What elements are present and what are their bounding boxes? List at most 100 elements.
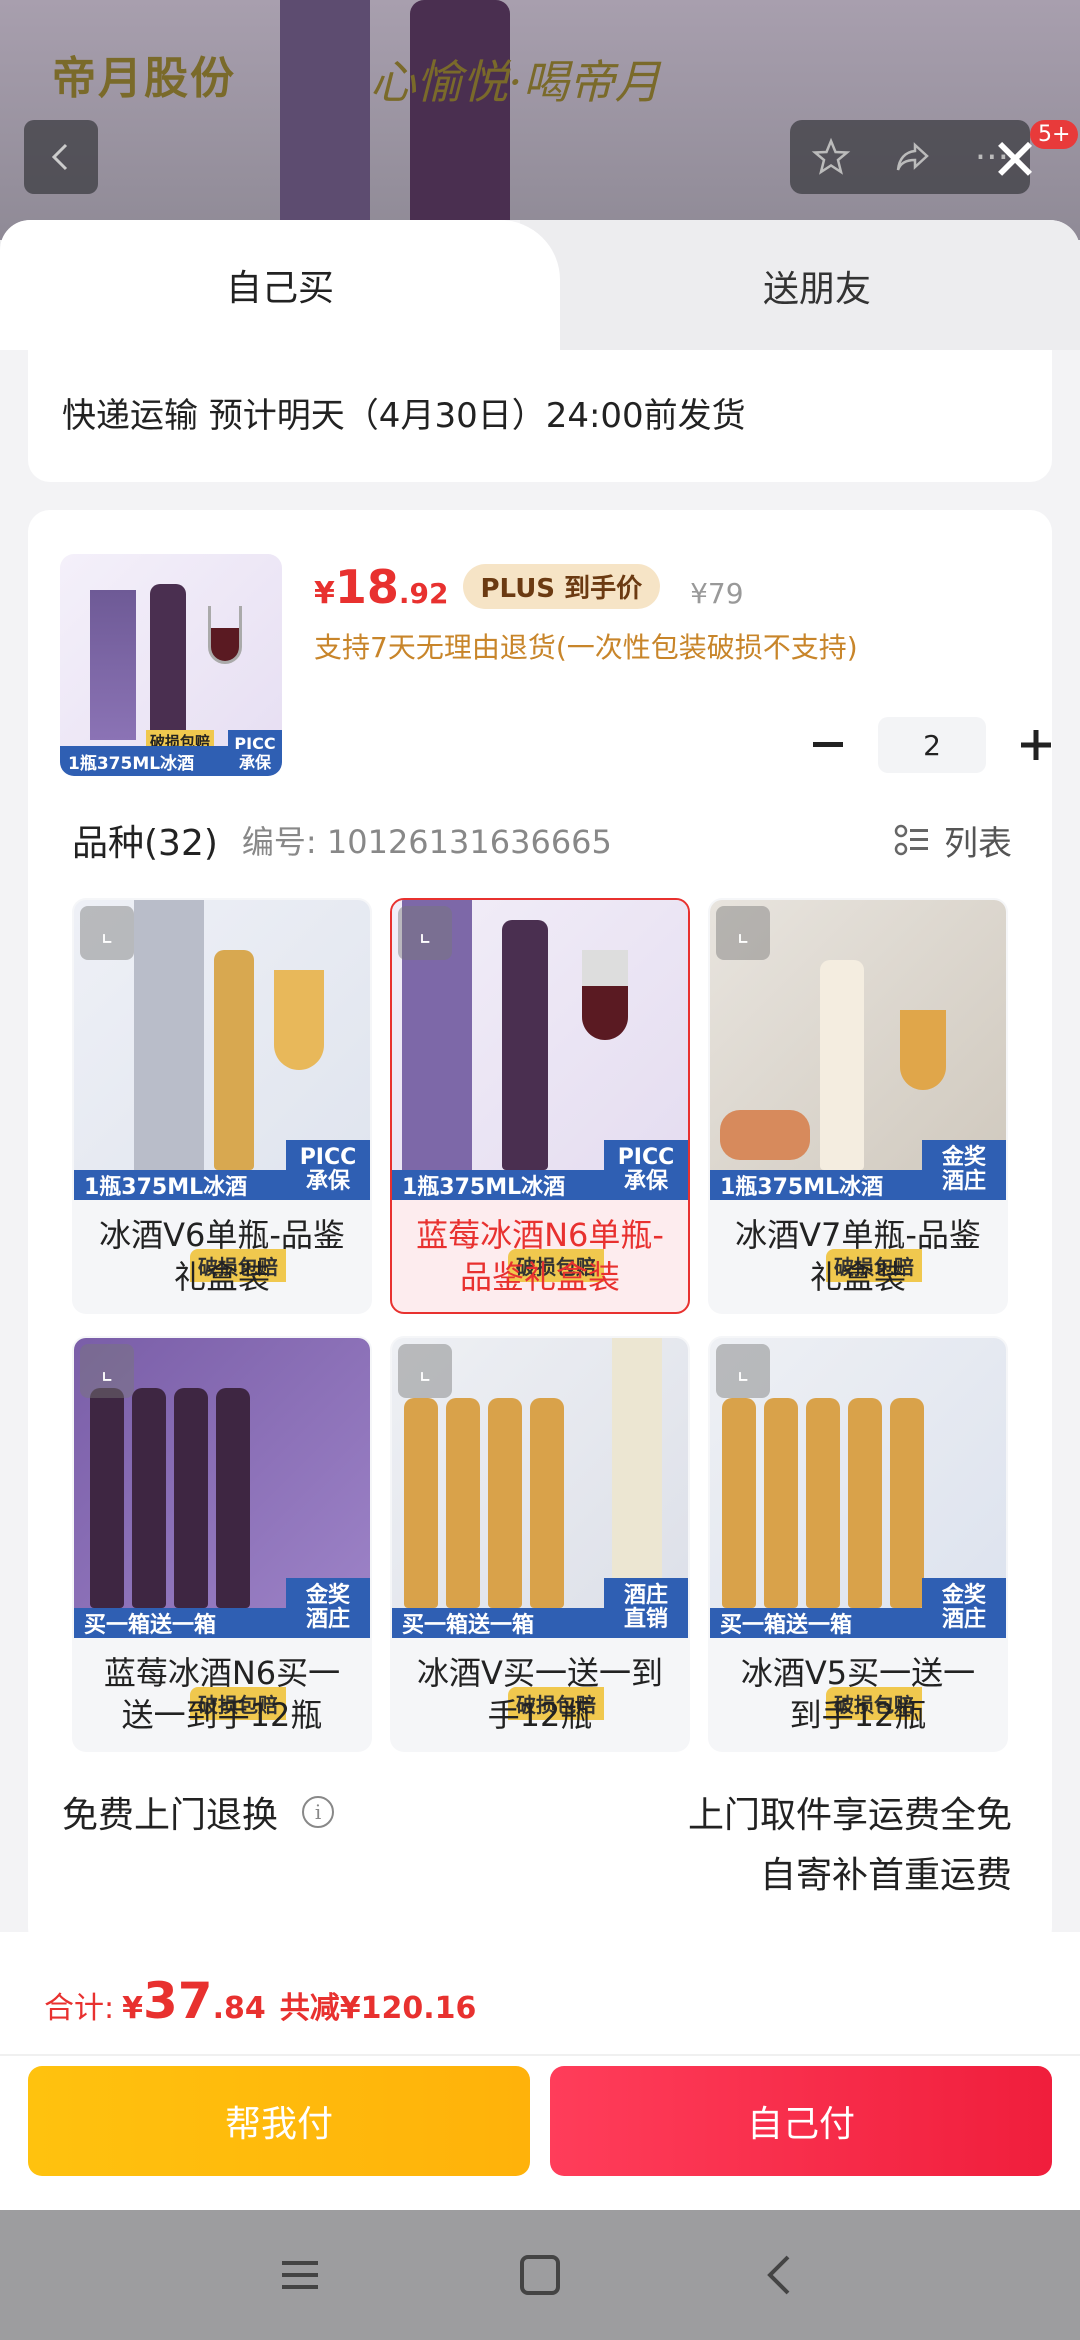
tab-send-friend[interactable]: 送朋友 (520, 220, 1080, 350)
free-return-details: 上门取件享运费全免 自寄补首重运费 (688, 1786, 1012, 1906)
decrease-button[interactable] (798, 715, 858, 775)
product-bottle (722, 1398, 756, 1608)
checkout-bar: 合计: ¥ 37 .84 共减¥120.16 帮我付 自己付 (0, 1932, 1080, 2210)
bg-brand-slogan: 心愉悦·喝帝月 (370, 55, 661, 109)
self-pay-button[interactable]: 自己付 (550, 2066, 1052, 2176)
product-bottle (488, 1398, 522, 1608)
free-return-title: 免费上门退换 (62, 1795, 279, 1836)
list-view-toggle[interactable]: 列表 (894, 816, 1012, 865)
food-plate (720, 1110, 810, 1160)
variety-header: 品种(32) 编号: 10126131636665 列表 (72, 810, 1012, 870)
zoom-corner-icon[interactable]: ⌞ (80, 1344, 134, 1398)
variant-label: 冰酒V6单瓶-品鉴礼盒装 (99, 1216, 345, 1296)
plus-price-tag: PLUS 到手价 (462, 564, 661, 609)
variant-badge: PICC 承保 (286, 1140, 370, 1200)
variant-tile-selected[interactable]: ⌞ 破损包赔 1瓶375ML冰酒 PICC 承保 蓝莓冰酒N6单瓶-品鉴礼盒装 (390, 898, 690, 1314)
purchase-tabs: 送朋友 自己买 (0, 220, 1080, 350)
menu-icon[interactable] (270, 2245, 330, 2305)
product-bottle (502, 920, 548, 1170)
product-glass (274, 970, 324, 1070)
free-return-row[interactable]: 免费上门退换 i 上门取件享运费全免 自寄补首重运费 (62, 1786, 1012, 1896)
total-label: 合计: (44, 1991, 115, 2026)
plus-icon (1021, 730, 1051, 760)
shipping-info: 快递运输 预计明天（4月30日）24:00前发货 (28, 350, 1052, 482)
product-bottle (214, 950, 254, 1170)
zoom-corner-icon[interactable]: ⌞ (80, 906, 134, 960)
shipping-text: 快递运输 预计明天（4月30日）24:00前发货 (62, 396, 746, 436)
back-button[interactable] (24, 120, 98, 194)
variant-badge-line1: 金奖 (941, 1145, 986, 1170)
product-bottle (446, 1398, 480, 1608)
purchase-sheet: 送朋友 自己买 快递运输 预计明天（4月30日）24:00前发货 破损包赔 PI… (0, 220, 1080, 2210)
product-bottle (132, 1388, 166, 1608)
total-currency: ¥ (122, 1991, 143, 2026)
help-pay-button[interactable]: 帮我付 (28, 2066, 530, 2176)
variant-badge: 金奖 酒庄 (922, 1578, 1006, 1638)
total-integer: 37 (142, 1972, 213, 2030)
variant-badge: PICC 承保 (604, 1140, 688, 1200)
list-toggle-label: 列表 (944, 824, 1012, 864)
zoom-corner-icon[interactable]: ⌞ (398, 1344, 452, 1398)
price-currency: ¥ (314, 576, 335, 611)
total-row: 合计: ¥ 37 .84 共减¥120.16 (44, 1972, 476, 2030)
return-policy-note: 支持7天无理由退货(一次性包装破损不支持) (314, 631, 858, 664)
variant-label: 蓝莓冰酒N6单瓶-品鉴礼盒装 (416, 1216, 664, 1296)
product-bottle (404, 1398, 438, 1608)
free-return-line2: 自寄补首重运费 (759, 1855, 1012, 1896)
variant-label: 冰酒V买一送一到手12瓶 (417, 1654, 663, 1734)
variant-tile[interactable]: ⌞ 破损包赔 买一箱送一箱 金奖 酒庄 蓝莓冰酒N6买一送一到手12瓶 (72, 1336, 372, 1752)
variant-badge-line2: 酒庄 (941, 1607, 986, 1632)
variant-badge-line1: 金奖 (941, 1583, 986, 1608)
zoom-corner-icon[interactable]: ⌞ (398, 906, 452, 960)
tab-send-friend-label: 送朋友 (763, 269, 872, 310)
variety-code: 编号: 10126131636665 (241, 823, 612, 861)
variant-label: 冰酒V5买一送一到手12瓶 (740, 1654, 976, 1734)
product-bottle (216, 1388, 250, 1608)
zoom-corner-icon[interactable]: ⌞ (716, 1344, 770, 1398)
thumb-picc-badge: PICC 承保 (228, 730, 282, 776)
close-icon[interactable]: ✕ (985, 130, 1045, 190)
product-glass (900, 1010, 946, 1090)
product-box (612, 1338, 662, 1608)
product-bottle (174, 1388, 208, 1608)
price-integer: 18 (334, 560, 399, 614)
variant-badge-line1: 酒庄 (623, 1583, 668, 1608)
variant-badge-line1: 金奖 (305, 1583, 350, 1608)
price-decimal: .92 (398, 577, 449, 610)
home-icon[interactable] (510, 2245, 570, 2305)
variant-badge: 酒庄 直销 (604, 1578, 688, 1638)
variant-badge-line2: 直销 (623, 1607, 668, 1632)
variant-tile[interactable]: ⌞ 破损包赔 1瓶375ML冰酒 金奖 酒庄 冰酒V7单瓶-品鉴礼盒装 (708, 898, 1008, 1314)
free-return-line1: 上门取件享运费全免 (687, 1795, 1012, 1836)
product-thumbnail: 破损包赔 PICC 承保 1瓶375ML冰酒 (60, 554, 282, 776)
product-box (134, 900, 204, 1170)
product-card: 破损包赔 PICC 承保 1瓶375ML冰酒 ¥ 18 .92 PLUS 到手价… (28, 510, 1052, 1950)
share-icon[interactable] (893, 137, 933, 177)
star-icon[interactable] (811, 137, 851, 177)
tab-buy-self[interactable]: 自己买 (0, 220, 560, 350)
bg-product-box (280, 0, 370, 240)
thumb-glass (208, 606, 242, 664)
product-bottle (764, 1398, 798, 1608)
bg-product-bottle (410, 0, 510, 240)
variant-tile[interactable]: ⌞ 破损包赔 买一箱送一箱 酒庄 直销 冰酒V买一送一到手12瓶 (390, 1336, 690, 1752)
bg-brand-logo: 帝月股份 (52, 53, 236, 104)
quantity-stepper: 2 (798, 715, 1066, 775)
quantity-input[interactable]: 2 (878, 717, 986, 773)
system-nav-bar (0, 2210, 1080, 2340)
variant-tile[interactable]: ⌞ 破损包赔 买一箱送一箱 金奖 酒庄 冰酒V5买一送一到手12瓶 (708, 1336, 1008, 1752)
back-nav-icon[interactable] (750, 2245, 810, 2305)
product-bottle (806, 1398, 840, 1608)
increase-button[interactable] (1006, 715, 1066, 775)
variant-label: 蓝莓冰酒N6买一送一到手12瓶 (103, 1654, 341, 1734)
info-icon[interactable]: i (302, 1796, 335, 1828)
price-row: ¥ 18 .92 PLUS 到手价 ¥79 (314, 560, 744, 615)
product-bottle (890, 1398, 924, 1608)
zoom-corner-icon[interactable]: ⌞ (716, 906, 770, 960)
variant-grid: ⌞ 破损包赔 1瓶375ML冰酒 PICC 承保 冰酒V6单瓶-品鉴礼盒装 ⌞ … (72, 898, 1012, 1752)
minus-icon (813, 742, 843, 747)
variant-badge-line2: 酒庄 (941, 1169, 986, 1194)
variant-tile[interactable]: ⌞ 破损包赔 1瓶375ML冰酒 PICC 承保 冰酒V6单瓶-品鉴礼盒装 (72, 898, 372, 1314)
variant-badge-line2: 承保 (305, 1169, 350, 1194)
variant-badge: 金奖 酒庄 (922, 1140, 1006, 1200)
